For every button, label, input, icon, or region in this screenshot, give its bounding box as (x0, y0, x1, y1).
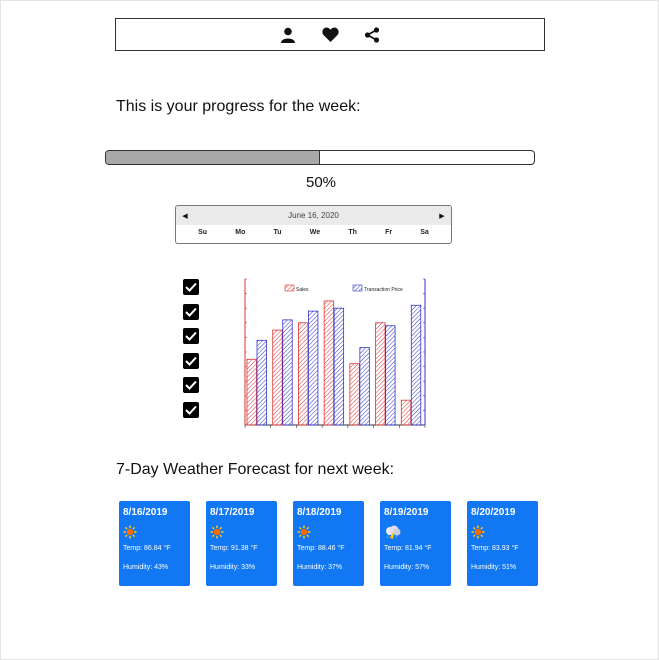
checkmark-icon (185, 332, 197, 342)
user-icon[interactable] (278, 25, 298, 45)
date-picker: ◀ June 16, 2020 ▶ Su Mo Tu We Th Fr Sa (175, 205, 452, 244)
bar-transaction-price (256, 339, 267, 426)
weather-card: 8/16/2019 Temp: 86.84 °F Humidity: 43% (119, 501, 190, 586)
bar-transaction-price (333, 307, 345, 426)
bar-transaction-price (282, 319, 293, 426)
forecast-date: 8/17/2019 (210, 507, 255, 518)
weather-card: 8/20/2019 Temp: 83.93 °F Humidity: 51% (467, 501, 538, 586)
storm-icon (386, 525, 401, 540)
checkbox[interactable] (183, 401, 199, 418)
forecast-temp: Temp: 91.38 °F (210, 545, 258, 552)
forecast-date: 8/19/2019 (384, 507, 429, 518)
bar-sales (272, 329, 283, 426)
weather-forecast: 8/16/2019 Temp: 86.84 °F Humidity: 43% 8/17… (119, 501, 538, 586)
checkbox[interactable] (183, 279, 199, 295)
progress-fill (106, 151, 320, 164)
checkmark-icon (185, 381, 197, 391)
top-toolbar (115, 18, 545, 51)
legend-swatch (284, 284, 295, 292)
sun-icon (210, 525, 224, 539)
bar-sales (323, 300, 335, 426)
calendar-header: ◀ June 16, 2020 ▶ (176, 206, 451, 225)
weekday-label: We (309, 229, 321, 236)
legend-swatch (352, 284, 363, 292)
legend-label: Transaction Price (364, 287, 403, 293)
weather-heading: 7-Day Weather Forecast for next week: (116, 461, 395, 478)
checkmark-icon (185, 356, 197, 366)
bar-sales (375, 322, 386, 426)
checkbox[interactable] (183, 352, 199, 369)
checkbox[interactable] (183, 328, 199, 345)
sun-icon (123, 525, 137, 539)
bar-transaction-price (410, 304, 422, 426)
checkbox[interactable] (183, 377, 199, 394)
weekday-label: Tu (273, 229, 282, 236)
chart-svg: Sales Transaction Price (244, 278, 426, 428)
checkmark-icon (185, 282, 197, 292)
heart-icon[interactable] (320, 25, 340, 45)
forecast-humidity: Humidity: 43% (123, 564, 169, 571)
checklist (183, 279, 199, 427)
calendar-weekdays: Su Mo Tu We Th Fr Sa (176, 225, 451, 236)
forecast-humidity: Humidity: 57% (384, 564, 430, 571)
next-month-icon[interactable]: ▶ (437, 212, 447, 220)
weather-icon-wrap (210, 525, 273, 539)
bar-sales (400, 399, 412, 426)
bar-transaction-price (385, 325, 396, 426)
forecast-date: 8/20/2019 (471, 507, 516, 518)
prev-month-icon[interactable]: ◀ (180, 212, 190, 220)
forecast-humidity: Humidity: 37% (297, 564, 343, 571)
progress-percent: 50% (305, 174, 337, 191)
forecast-temp: Temp: 83.93 °F (471, 545, 519, 552)
forecast-humidity: Humidity: 33% (210, 564, 256, 571)
bar-sales (246, 358, 257, 426)
weather-icon-wrap (297, 525, 360, 539)
weather-card: 8/18/2019 Temp: 88.46 °F Humidity: 37% (293, 501, 364, 586)
forecast-date: 8/16/2019 (123, 507, 168, 518)
weekday-label: Su (198, 229, 208, 236)
forecast-date: 8/18/2019 (297, 507, 342, 518)
bar-transaction-price (359, 347, 370, 426)
page-frame: This is your progress for the week: 50% … (0, 0, 659, 660)
weekday-label: Fr (385, 229, 393, 236)
forecast-temp: Temp: 86.84 °F (123, 545, 171, 552)
bar-sales (298, 322, 309, 426)
checkmark-icon (185, 307, 197, 317)
progress-bar (105, 150, 535, 165)
weekday-label: Th (348, 229, 357, 236)
forecast-temp: Temp: 81.94 °F (384, 545, 432, 552)
forecast-temp: Temp: 88.46 °F (297, 545, 345, 552)
calendar-date[interactable]: June 16, 2020 (288, 211, 339, 220)
legend-label: Sales (296, 287, 309, 293)
progress-heading: This is your progress for the week: (116, 98, 361, 115)
weather-icon-wrap (471, 525, 534, 539)
sun-icon (471, 525, 485, 539)
weekday-label: Sa (420, 229, 429, 236)
weekday-label: Mo (235, 229, 246, 236)
weather-card: 8/17/2019 Temp: 91.38 °F Humidity: 33% (206, 501, 277, 586)
weather-card: 8/19/2019 Temp: 81.94 °F Humidity: 57% (380, 501, 451, 586)
checkmark-icon (185, 405, 197, 415)
bar-transaction-price (308, 310, 319, 426)
bar-sales (349, 363, 360, 426)
checkbox[interactable] (183, 303, 199, 320)
share-icon[interactable] (362, 25, 382, 45)
forecast-humidity: Humidity: 51% (471, 564, 517, 571)
weather-icon-wrap (123, 525, 186, 539)
sun-icon (297, 525, 311, 539)
bar-chart: Sales Transaction Price (241, 277, 431, 429)
weather-icon-wrap (384, 525, 447, 540)
